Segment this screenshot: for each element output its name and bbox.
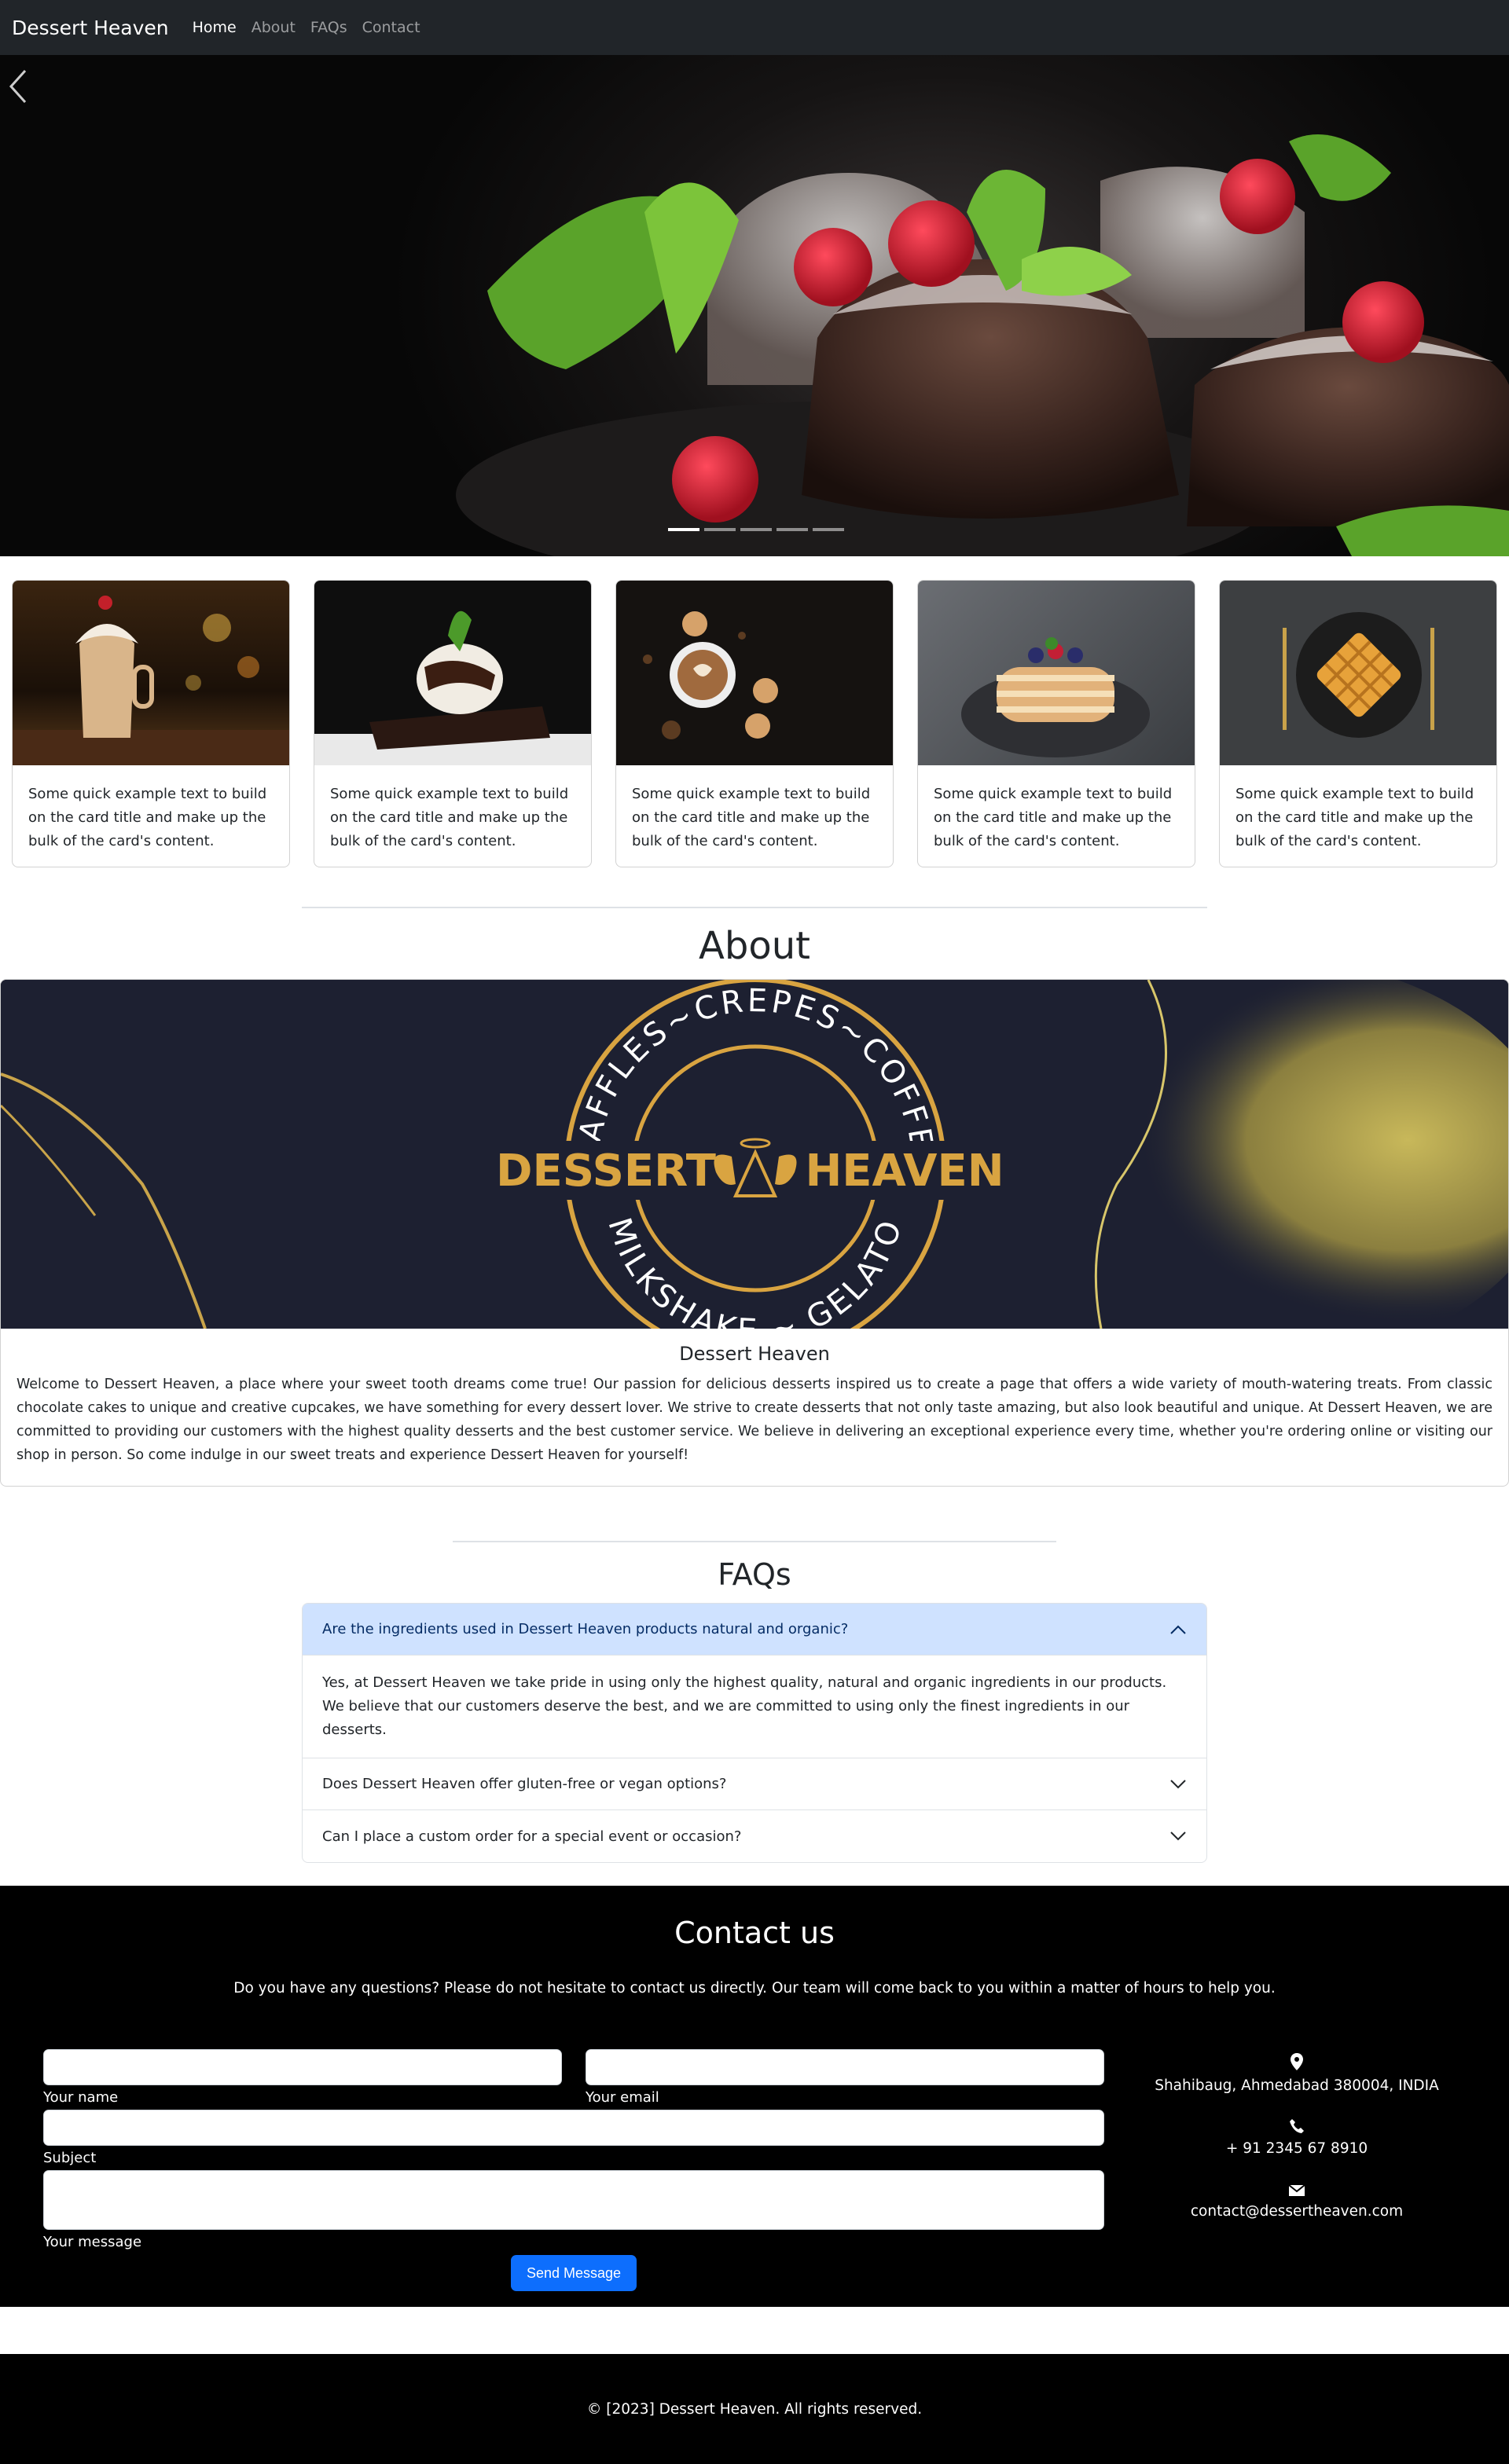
send-message-button[interactable]: Send Message bbox=[511, 2255, 637, 2291]
carousel-indicator[interactable] bbox=[740, 528, 772, 531]
chevron-down-icon bbox=[1170, 1779, 1186, 1788]
lava-cake-photo bbox=[456, 134, 1509, 556]
faq-item: Are the ingredients used in Dessert Heav… bbox=[303, 1604, 1206, 1758]
name-label: Your name bbox=[43, 2089, 119, 2106]
dessert-card: Some quick example text to build on the … bbox=[615, 580, 894, 867]
dessert-card: Some quick example text to build on the … bbox=[12, 580, 290, 867]
carousel-indicator[interactable] bbox=[668, 528, 699, 531]
faq-item: Does Dessert Heaven offer gluten-free or… bbox=[303, 1758, 1206, 1810]
copyright-text: © [2023] Dessert Heaven. All rights rese… bbox=[586, 2400, 923, 2418]
name-input[interactable] bbox=[43, 2049, 562, 2085]
hero-carousel bbox=[0, 55, 1509, 556]
card-text: Some quick example text to build on the … bbox=[1235, 786, 1474, 849]
carousel-indicator[interactable] bbox=[777, 528, 808, 531]
dessert-card: Some quick example text to build on the … bbox=[917, 580, 1195, 867]
carousel-prev-icon[interactable] bbox=[0, 55, 39, 118]
card-text: Some quick example text to build on the … bbox=[632, 786, 871, 849]
waffle-image bbox=[1220, 581, 1496, 765]
about-text: Welcome to Dessert Heaven, a place where… bbox=[17, 1377, 1492, 1463]
message-textarea[interactable] bbox=[43, 2170, 1104, 2230]
email-block: contact@dessertheaven.com bbox=[1140, 2184, 1454, 2220]
nav-faqs-link[interactable]: FAQs bbox=[310, 19, 347, 36]
nav-contact-link[interactable]: Contact bbox=[362, 19, 420, 36]
phone-icon bbox=[1290, 2119, 1304, 2133]
card-text: Some quick example text to build on the … bbox=[934, 786, 1173, 849]
card-text: Some quick example text to build on the … bbox=[28, 786, 267, 849]
address-block: Shahibaug, Ahmedabad 380004, INDIA bbox=[1140, 2052, 1454, 2094]
contact-heading: Contact us bbox=[674, 1916, 835, 1950]
coffee-image bbox=[616, 581, 893, 765]
email-text[interactable]: contact@dessertheaven.com bbox=[1191, 2203, 1403, 2220]
navbar: Dessert Heaven Home About FAQs Contact bbox=[0, 0, 1509, 55]
faq-question-button[interactable]: Can I place a custom order for a special… bbox=[303, 1810, 1206, 1862]
brand-link[interactable]: Dessert Heaven bbox=[12, 16, 169, 39]
envelope-icon bbox=[1288, 2184, 1305, 2196]
dessert-card: Some quick example text to build on the … bbox=[1219, 580, 1497, 867]
chevron-down-icon bbox=[1170, 1832, 1186, 1841]
message-label: Your message bbox=[43, 2234, 142, 2250]
contact-section: Contact us Do you have any questions? Pl… bbox=[0, 1886, 1509, 2307]
carousel-indicator[interactable] bbox=[704, 528, 736, 531]
email-input[interactable] bbox=[586, 2049, 1104, 2085]
faq-question: Can I place a custom order for a special… bbox=[322, 1828, 742, 1845]
faq-accordion: Are the ingredients used in Dessert Heav… bbox=[302, 1603, 1207, 1863]
map-marker-icon bbox=[1291, 2053, 1303, 2070]
brownie-image bbox=[314, 581, 591, 765]
subject-label: Subject bbox=[43, 2150, 97, 2166]
nav-home-link[interactable]: Home bbox=[193, 19, 237, 36]
faq-question-button[interactable]: Does Dessert Heaven offer gluten-free or… bbox=[303, 1758, 1206, 1810]
phone-block: + 91 2345 67 8910 bbox=[1140, 2118, 1454, 2157]
about-card: WAFFLES~CREPES~COFFEE MILKSHAKE ~ GELATO… bbox=[0, 979, 1509, 1487]
logo-left-word: DESSERT bbox=[496, 1146, 716, 1197]
pancakes-image bbox=[918, 581, 1195, 765]
carousel-indicator[interactable] bbox=[813, 528, 844, 531]
about-banner: WAFFLES~CREPES~COFFEE MILKSHAKE ~ GELATO… bbox=[1, 980, 1508, 1329]
faqs-heading: FAQs bbox=[718, 1557, 791, 1592]
footer: © [2023] Dessert Heaven. All rights rese… bbox=[0, 2354, 1509, 2464]
divider bbox=[453, 1541, 1056, 1542]
milkshake-image bbox=[13, 581, 289, 765]
contact-subtitle: Do you have any questions? Please do not… bbox=[233, 1980, 1276, 1996]
about-title: Dessert Heaven bbox=[679, 1343, 830, 1365]
divider bbox=[302, 907, 1207, 908]
logo-right-word: HEAVEN bbox=[805, 1146, 1004, 1197]
subject-input[interactable] bbox=[43, 2110, 1104, 2146]
dessert-card: Some quick example text to build on the … bbox=[314, 580, 592, 867]
faq-answer: Yes, at Dessert Heaven we take pride in … bbox=[303, 1656, 1206, 1758]
faq-question: Are the ingredients used in Dessert Heav… bbox=[322, 1621, 849, 1637]
address-text: Shahibaug, Ahmedabad 380004, INDIA bbox=[1155, 2077, 1439, 2094]
dessert-heaven-logo: WAFFLES~CREPES~COFFEE MILKSHAKE ~ GELATO… bbox=[1, 980, 1508, 1329]
faq-question: Does Dessert Heaven offer gluten-free or… bbox=[322, 1776, 727, 1792]
phone-text: + 91 2345 67 8910 bbox=[1225, 2140, 1368, 2157]
faq-question-button[interactable]: Are the ingredients used in Dessert Heav… bbox=[303, 1604, 1206, 1656]
nav-about-link[interactable]: About bbox=[252, 19, 296, 36]
card-text: Some quick example text to build on the … bbox=[330, 786, 569, 849]
faq-item: Can I place a custom order for a special… bbox=[303, 1810, 1206, 1862]
about-heading: About bbox=[699, 924, 810, 968]
chevron-up-icon bbox=[1170, 1625, 1186, 1634]
carousel-indicators bbox=[668, 528, 844, 531]
email-label: Your email bbox=[586, 2089, 659, 2106]
